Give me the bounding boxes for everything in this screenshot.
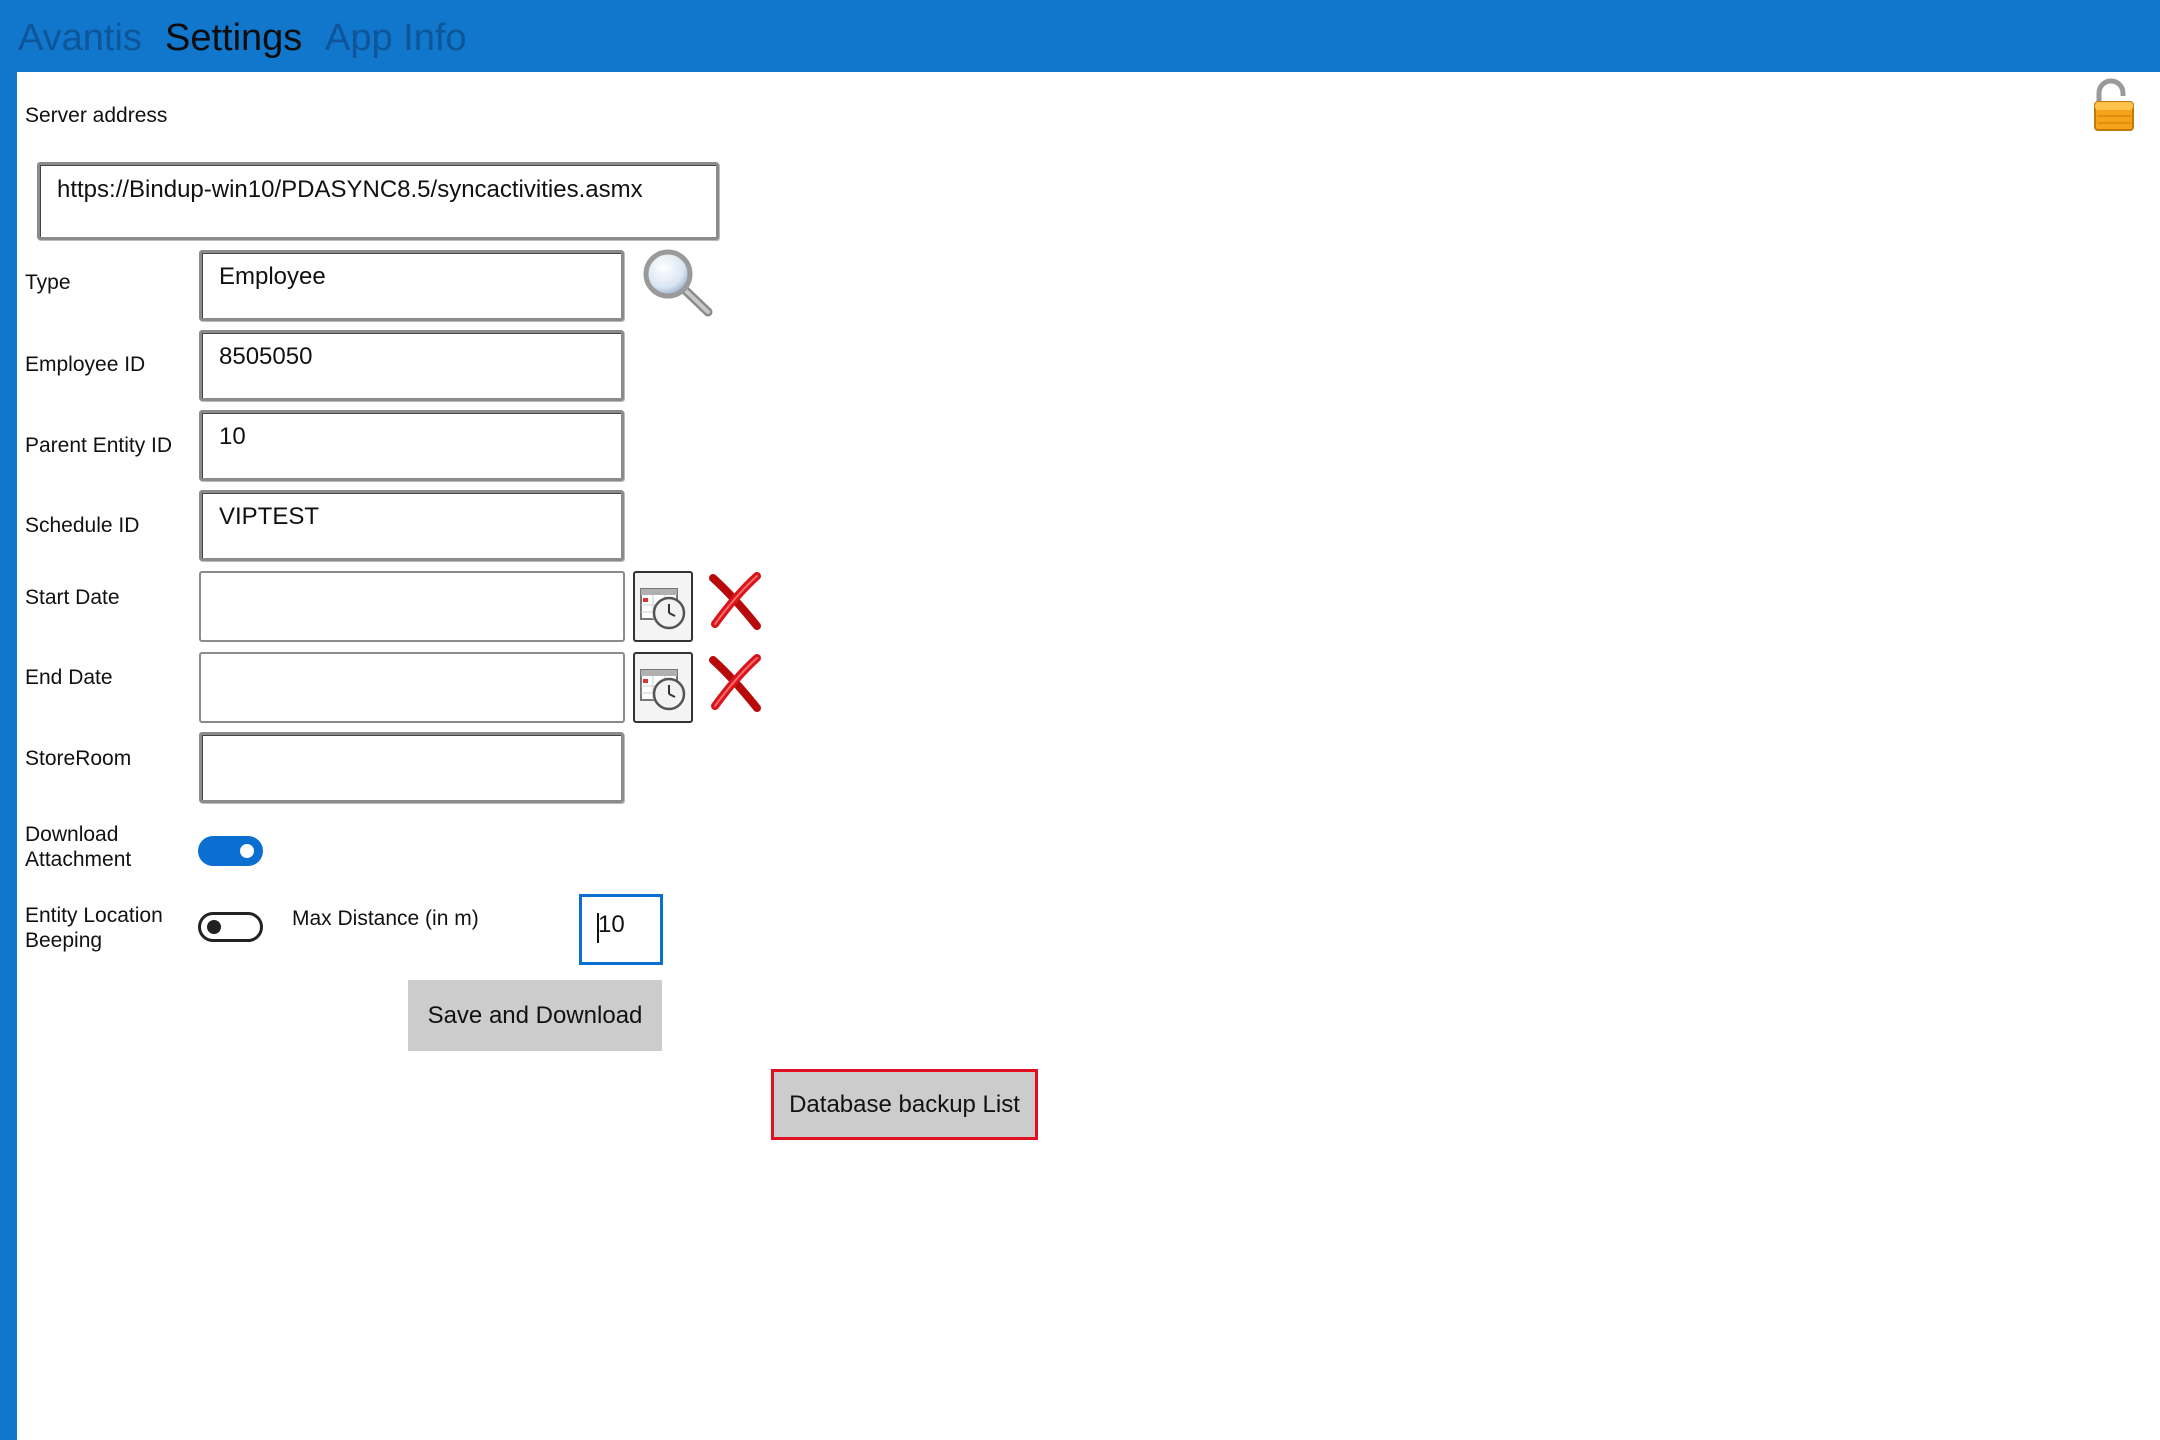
- calendar-clock-icon: [640, 669, 686, 711]
- entity-location-beeping-label-line2: Beeping: [25, 929, 103, 952]
- parent-entity-id-input[interactable]: 10: [199, 410, 624, 481]
- toggle-knob: [207, 920, 221, 934]
- parent-entity-id-value: 10: [219, 423, 246, 450]
- top-tab-bar: Avantis Settings App Info: [0, 0, 2160, 72]
- type-input[interactable]: Employee: [199, 250, 624, 321]
- end-date-clear-icon[interactable]: [707, 654, 763, 712]
- entity-location-beeping-label-line1: Entity Location: [25, 904, 163, 927]
- max-distance-value: 10: [598, 911, 625, 938]
- schedule-id-value: VIPTEST: [219, 503, 320, 530]
- end-date-calendar-button[interactable]: [633, 652, 693, 723]
- download-attachment-label-line2: Attachment: [25, 848, 132, 871]
- max-distance-label: Max Distance (in m): [292, 907, 479, 930]
- max-distance-input[interactable]: 10: [579, 894, 663, 965]
- server-address-label: Server address: [25, 104, 168, 127]
- server-address-value: https://Bindup-win10/PDASYNC8.5/syncacti…: [57, 176, 643, 203]
- tab-app-info[interactable]: App Info: [325, 12, 467, 64]
- start-date-clear-icon[interactable]: [707, 572, 763, 630]
- storeroom-input[interactable]: [199, 732, 624, 803]
- employee-id-value: 8505050: [219, 343, 313, 370]
- toggle-knob: [240, 844, 254, 858]
- download-attachment-label-line1: Download: [25, 823, 119, 846]
- database-backup-list-button[interactable]: Database backup List: [771, 1069, 1038, 1140]
- magnifier-icon[interactable]: [632, 249, 716, 319]
- entity-location-beeping-toggle[interactable]: [198, 912, 263, 942]
- parent-entity-id-label: Parent Entity ID: [25, 434, 173, 457]
- schedule-id-label: Schedule ID: [25, 514, 140, 537]
- download-attachment-toggle[interactable]: [198, 836, 263, 866]
- tab-avantis[interactable]: Avantis: [18, 12, 142, 64]
- employee-id-input[interactable]: 8505050: [199, 330, 624, 401]
- end-date-label: End Date: [25, 666, 113, 689]
- type-value: Employee: [219, 263, 326, 290]
- tab-settings[interactable]: Settings: [165, 12, 302, 64]
- schedule-id-input[interactable]: VIPTEST: [199, 490, 624, 561]
- settings-panel: Server address https://Bindup-win10/PDAS…: [17, 72, 2160, 1440]
- start-date-label: Start Date: [25, 586, 120, 609]
- type-label: Type: [25, 271, 71, 294]
- server-address-input[interactable]: https://Bindup-win10/PDASYNC8.5/syncacti…: [37, 162, 719, 240]
- employee-id-label: Employee ID: [25, 353, 146, 376]
- start-date-input[interactable]: [199, 571, 625, 642]
- storeroom-label: StoreRoom: [25, 747, 132, 770]
- calendar-clock-icon: [640, 588, 686, 630]
- unlocked-padlock-icon[interactable]: [2089, 78, 2139, 132]
- save-and-download-button[interactable]: Save and Download: [408, 980, 662, 1051]
- start-date-calendar-button[interactable]: [633, 571, 693, 642]
- end-date-input[interactable]: [199, 652, 625, 723]
